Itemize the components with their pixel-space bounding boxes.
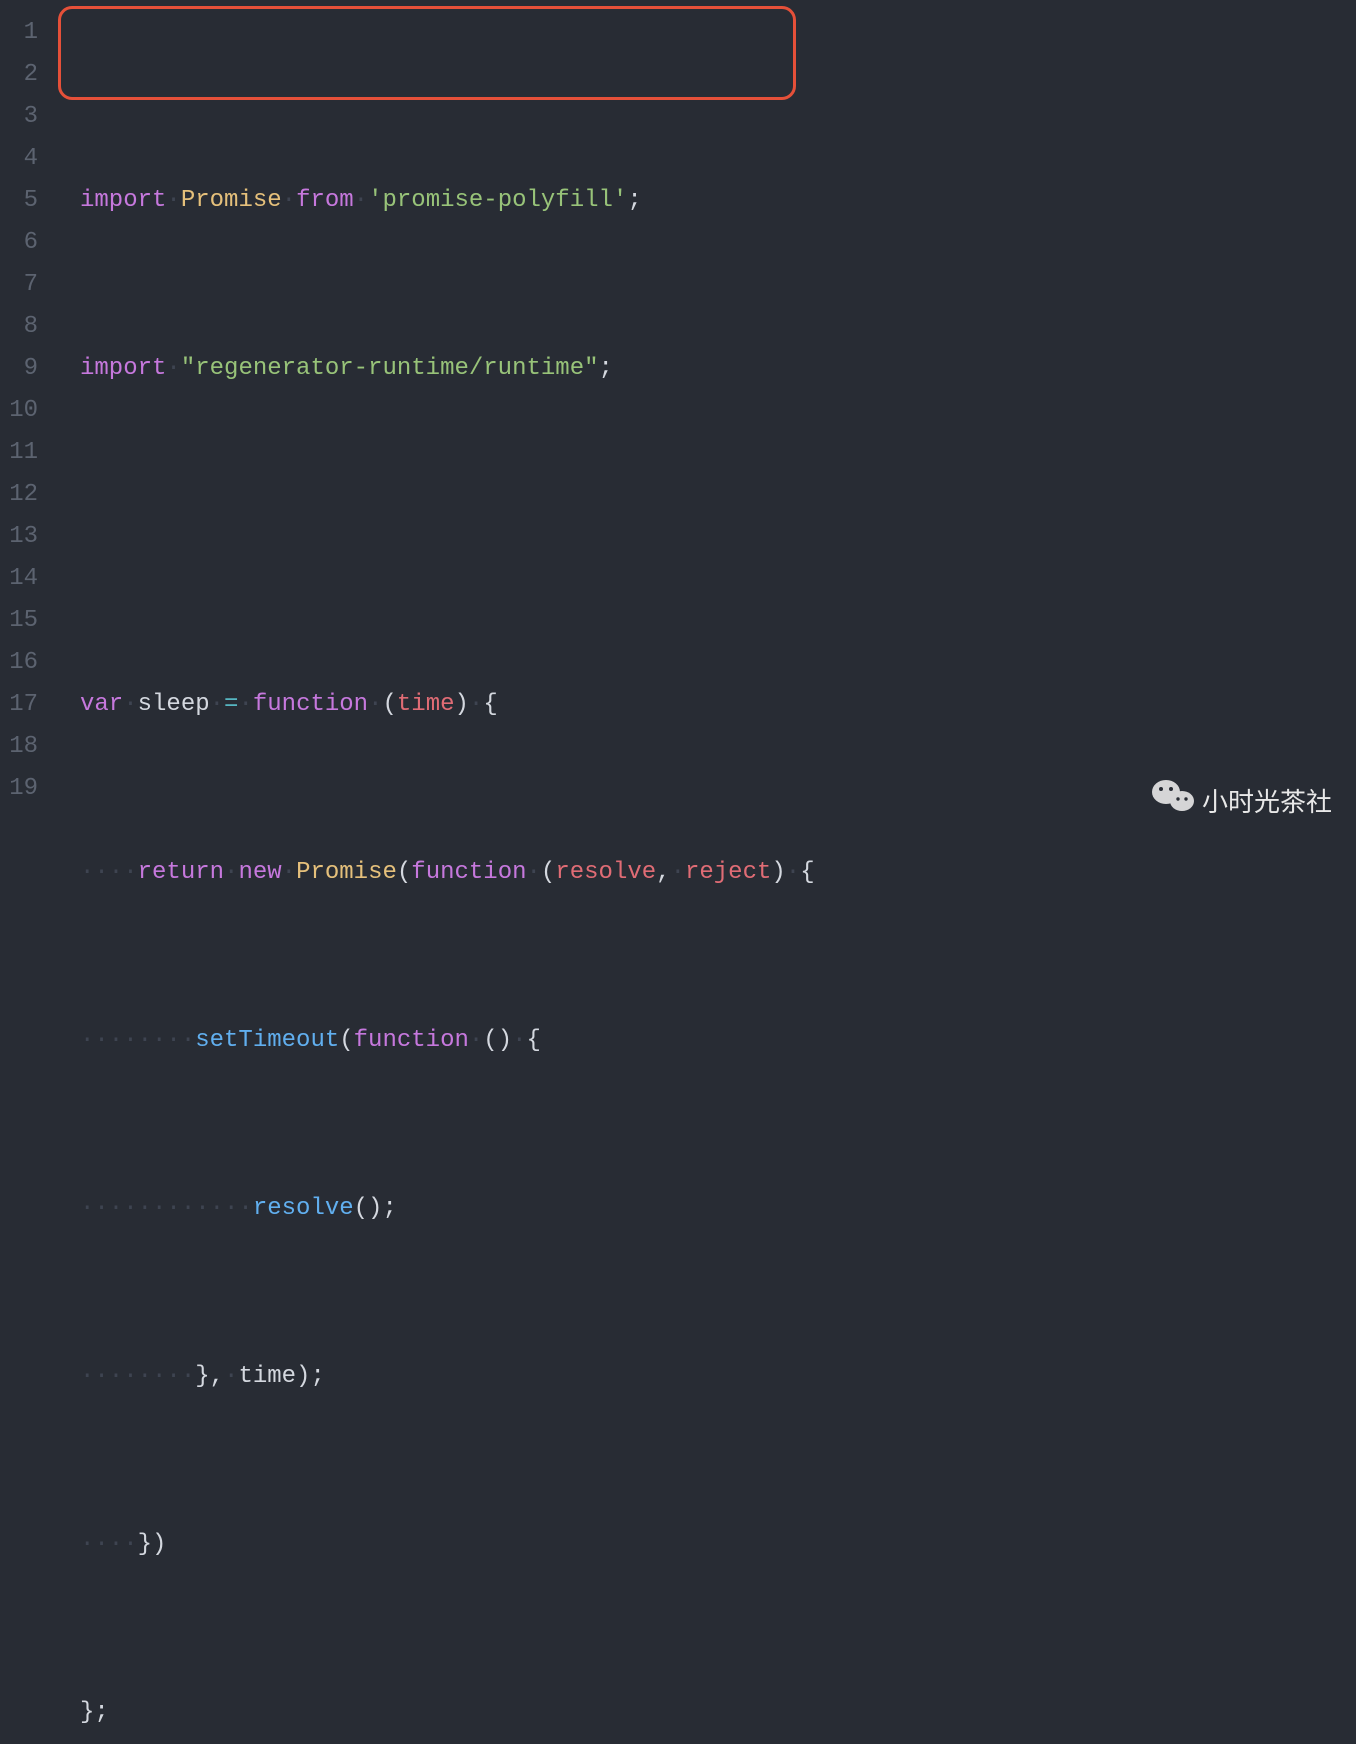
line-number: 12 (0, 474, 38, 516)
line-number: 19 (0, 768, 38, 810)
wechat-icon (1152, 778, 1194, 826)
line-number: 5 (0, 180, 38, 222)
code-line[interactable]: ········setTimeout(function·()·{ (80, 1020, 1356, 1062)
line-number: 2 (0, 54, 38, 96)
line-number: 8 (0, 306, 38, 348)
line-number: 13 (0, 516, 38, 558)
line-number: 16 (0, 642, 38, 684)
line-number: 15 (0, 600, 38, 642)
code-line[interactable]: ········},·time); (80, 1356, 1356, 1398)
code-area[interactable]: import·Promise·from·'promise-polyfill'; … (46, 0, 1356, 872)
line-number: 9 (0, 348, 38, 390)
code-line[interactable]: }; (80, 1692, 1356, 1734)
code-line[interactable]: import·Promise·from·'promise-polyfill'; (80, 180, 1356, 222)
watermark: 小时光茶社 (1152, 778, 1332, 826)
watermark-text: 小时光茶社 (1202, 781, 1332, 823)
code-line[interactable] (80, 516, 1356, 558)
line-number: 3 (0, 96, 38, 138)
line-number-gutter: 1 2 3 4 5 6 7 8 9 10 11 12 13 14 15 16 1… (0, 0, 46, 872)
line-number: 17 (0, 684, 38, 726)
line-number: 1 (0, 12, 38, 54)
line-number: 11 (0, 432, 38, 474)
code-line[interactable]: ····return·new·Promise(function·(resolve… (80, 852, 1356, 894)
code-line[interactable]: import·"regenerator-runtime/runtime"; (80, 348, 1356, 390)
line-number: 7 (0, 264, 38, 306)
line-number: 14 (0, 558, 38, 600)
code-editor[interactable]: 1 2 3 4 5 6 7 8 9 10 11 12 13 14 15 16 1… (0, 0, 1356, 872)
code-line[interactable]: var·sleep·=·function·(time)·{ (80, 684, 1356, 726)
line-number: 18 (0, 726, 38, 768)
code-line[interactable]: ····}) (80, 1524, 1356, 1566)
highlight-annotation (58, 6, 796, 100)
line-number: 4 (0, 138, 38, 180)
line-number: 10 (0, 390, 38, 432)
code-line[interactable]: ············resolve(); (80, 1188, 1356, 1230)
line-number: 6 (0, 222, 38, 264)
